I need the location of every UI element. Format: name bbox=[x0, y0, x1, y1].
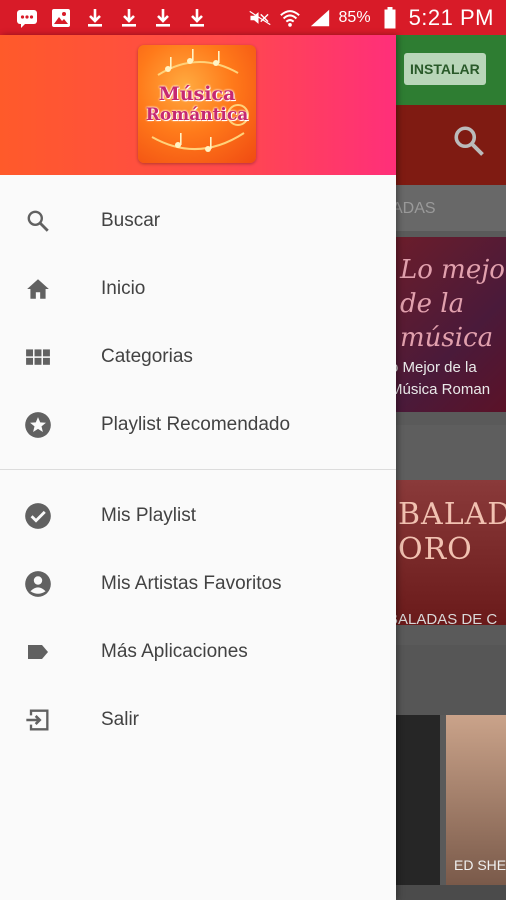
exit-icon bbox=[24, 706, 52, 734]
logo-text-line2: Romántica bbox=[145, 105, 249, 125]
menu-item-playlist-recomendado[interactable]: Playlist Recomendado bbox=[0, 391, 396, 459]
battery-percent: 85% bbox=[338, 8, 371, 26]
image-icon bbox=[50, 7, 72, 29]
bottom-strip bbox=[396, 885, 506, 900]
search-icon bbox=[24, 207, 52, 235]
signal-icon bbox=[309, 7, 331, 29]
star-icon bbox=[24, 411, 52, 439]
label-icon bbox=[24, 638, 52, 666]
menu-item-label: Mis Playlist bbox=[101, 505, 197, 526]
artist-card bbox=[396, 715, 440, 885]
drawer-header: Música Romántica bbox=[0, 35, 396, 175]
mute-icon bbox=[248, 7, 271, 29]
tab-label: ADAS bbox=[396, 200, 436, 217]
menu-divider bbox=[0, 469, 396, 470]
app-logo[interactable]: Música Romántica bbox=[138, 45, 256, 163]
wifi-icon bbox=[279, 7, 301, 29]
menu-item-mis-playlist[interactable]: Mis Playlist bbox=[0, 482, 396, 550]
album-caption-line2: Música Roman bbox=[396, 381, 491, 398]
album-caption: o Mejor de la Música Roman bbox=[396, 357, 490, 401]
menu-item-categorias[interactable]: Categorias bbox=[0, 323, 396, 391]
install-button: INSTALAR bbox=[404, 53, 486, 85]
download-icon bbox=[84, 7, 106, 29]
home-icon bbox=[24, 275, 52, 303]
album-caption: BALADAS DE C bbox=[396, 611, 498, 628]
menu-item-label: Inicio bbox=[101, 278, 146, 299]
drawer-menu: Buscar Inicio Categorias Playlist Recome… bbox=[0, 175, 396, 754]
menu-item-label: Categorias bbox=[101, 346, 193, 367]
status-bar: 85% 5:21 PM bbox=[0, 0, 506, 35]
background-app: INSTALAR ADAS Lo mejo de la música o Mejor… bbox=[396, 35, 506, 900]
album-caption-line1: o Mejor de la bbox=[396, 359, 477, 376]
download-icon bbox=[186, 7, 208, 29]
account-circle-icon bbox=[24, 570, 52, 598]
check-circle-icon bbox=[24, 502, 52, 530]
menu-item-inicio[interactable]: Inicio bbox=[0, 255, 396, 323]
album-art-text: BALAD ORO bbox=[398, 497, 506, 567]
menu-item-label: Salir bbox=[101, 709, 140, 730]
menu-item-mas-aplicaciones[interactable]: Más Aplicaciones bbox=[0, 618, 396, 686]
menu-item-mis-artistas-favoritos[interactable]: Mis Artistas Favoritos bbox=[0, 550, 396, 618]
search-icon bbox=[451, 123, 487, 164]
message-icon bbox=[16, 7, 38, 29]
album-art-text: Lo mejo de la música bbox=[400, 255, 505, 353]
section-gap bbox=[396, 645, 506, 715]
battery-icon bbox=[379, 6, 401, 29]
section-gap bbox=[396, 425, 506, 485]
artist-caption: ED SHE bbox=[454, 857, 506, 873]
navigation-drawer: Música Romántica Buscar Inicio Categoria… bbox=[0, 35, 396, 900]
menu-item-label: Buscar bbox=[101, 210, 161, 231]
menu-item-label: Playlist Recomendado bbox=[101, 414, 291, 435]
menu-item-label: Más Aplicaciones bbox=[101, 641, 248, 662]
notification-icons bbox=[16, 7, 208, 29]
menu-item-buscar[interactable]: Buscar bbox=[0, 187, 396, 255]
logo-text-line1: Música bbox=[158, 83, 236, 105]
menu-item-label: Mis Artistas Favoritos bbox=[101, 573, 282, 594]
clock: 5:21 PM bbox=[408, 4, 494, 30]
download-icon bbox=[152, 7, 174, 29]
menu-item-salir[interactable]: Salir bbox=[0, 686, 396, 754]
download-icon bbox=[118, 7, 140, 29]
grid-icon bbox=[24, 343, 52, 371]
system-indicators: 85% 5:21 PM bbox=[248, 4, 494, 31]
